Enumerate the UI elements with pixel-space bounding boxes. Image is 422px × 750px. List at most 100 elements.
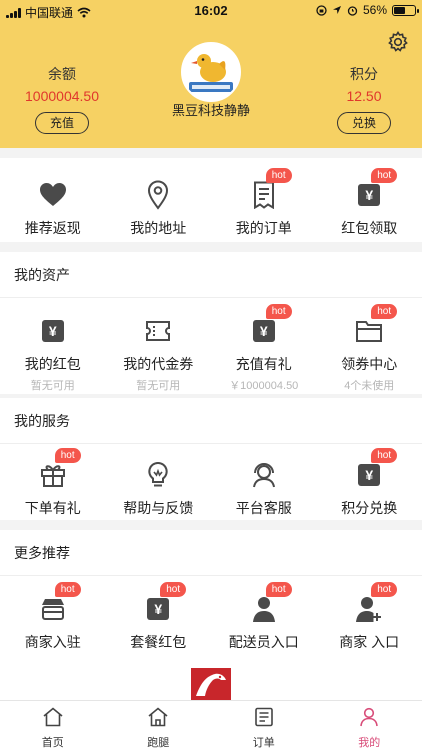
merchant-user-icon: hot <box>349 582 398 626</box>
brand-logo <box>191 668 231 700</box>
asset-item-redpacket[interactable]: ¥ 我的红包 暂无可用 <box>0 314 106 393</box>
quick-item-referral[interactable]: 推荐返现 <box>0 178 106 238</box>
quick-item-redpacket[interactable]: ¥ hot 红包领取 <box>317 168 422 238</box>
service-item-points-exchange[interactable]: ¥ hot 积分兑换 <box>317 448 422 518</box>
hot-badge: hot <box>265 304 292 319</box>
hot-badge: hot <box>265 168 292 183</box>
yen-icon: ¥ hot <box>349 448 398 492</box>
status-bar: 中国联通 16:02 56% <box>0 0 422 22</box>
quick-item-label: 我的订单 <box>235 220 292 236</box>
more-item-label: 配送员入口 <box>228 634 299 650</box>
more-item-package-redpacket[interactable]: ¥ hot 套餐红包 <box>106 582 212 652</box>
brand-logo-icon <box>191 668 231 700</box>
asset-item-label: 充值有礼 <box>235 356 292 372</box>
heart-icon <box>33 178 73 212</box>
service-item-help[interactable]: 帮助与反馈 <box>106 458 212 518</box>
asset-item-sub: 暂无可用 <box>30 380 75 392</box>
location-arrow-icon <box>332 6 341 14</box>
alarm-icon <box>347 5 358 16</box>
services-section: 我的服务 hot 下单有礼 帮助与反馈 平台客服 ¥ hot 积分兑换 <box>0 398 422 520</box>
more-item-merchant-entry[interactable]: hot 商家 入口 <box>317 582 422 652</box>
service-item-label: 下单有礼 <box>24 500 81 516</box>
tab-errand[interactable]: 跑腿 <box>106 701 212 750</box>
hot-badge: hot <box>160 582 187 597</box>
asset-item-label: 我的代金券 <box>123 356 194 372</box>
yen-icon: ¥ <box>33 314 73 348</box>
ticket-icon <box>138 314 178 348</box>
hot-badge: hot <box>371 168 398 183</box>
service-item-support[interactable]: 平台客服 <box>211 458 317 518</box>
order-icon <box>254 707 273 727</box>
tab-label: 订单 <box>252 737 275 749</box>
more-item-label: 商家入驻 <box>24 634 81 650</box>
tab-label: 跑腿 <box>147 737 170 749</box>
settings-gear-icon[interactable] <box>386 30 410 54</box>
service-item-label: 帮助与反馈 <box>123 500 194 516</box>
courier-icon: hot <box>244 582 292 626</box>
service-item-label: 积分兑换 <box>341 500 398 516</box>
tab-mine[interactable]: 我的 <box>317 701 422 750</box>
quick-actions: 推荐返现 我的地址 hot 我的订单 ¥ hot 红包领取 <box>0 158 422 242</box>
points-section: 积分 12.50 兑换 <box>314 64 414 134</box>
profile-header: 中国联通 16:02 56% 余额 1000004.50 充值 黑豆科技静静 积… <box>0 0 422 148</box>
asset-item-recharge[interactable]: ¥ hot 充值有礼 ￥1000004.50 <box>211 304 317 393</box>
quick-item-address[interactable]: 我的地址 <box>106 178 212 238</box>
headset-icon <box>244 458 284 492</box>
asset-item-label: 领券中心 <box>341 356 398 372</box>
balance-section: 余额 1000004.50 充值 <box>12 64 112 134</box>
avatar[interactable] <box>181 42 241 102</box>
balance-label: 余额 <box>48 66 76 82</box>
house-icon <box>148 707 168 727</box>
tab-home[interactable]: 首页 <box>0 701 106 750</box>
asset-item-sub: 4个未使用 <box>344 380 395 392</box>
redeem-button[interactable]: 兑换 <box>337 112 391 134</box>
asset-item-sub: 暂无可用 <box>136 380 181 392</box>
asset-item-label: 我的红包 <box>24 356 81 372</box>
hot-badge: hot <box>371 582 398 597</box>
hot-badge: hot <box>371 448 398 463</box>
hot-badge: hot <box>265 582 292 597</box>
rotation-lock-icon <box>316 4 327 16</box>
store-icon: hot <box>33 582 81 626</box>
quick-item-orders[interactable]: hot 我的订单 <box>211 168 317 238</box>
yen-icon: ¥ hot <box>138 582 187 626</box>
quick-item-label: 推荐返现 <box>24 220 81 236</box>
tab-orders[interactable]: 订单 <box>211 701 317 750</box>
more-item-label: 套餐红包 <box>130 634 187 650</box>
quick-item-label: 红包领取 <box>341 220 398 236</box>
more-item-courier-entry[interactable]: hot 配送员入口 <box>211 582 317 652</box>
points-value: 12.50 <box>346 88 382 104</box>
quick-item-label: 我的地址 <box>130 220 187 236</box>
more-item-label: 商家 入口 <box>339 634 400 650</box>
section-title: 我的资产 <box>0 252 422 298</box>
duck-logo-icon <box>183 44 239 100</box>
service-item-label: 平台客服 <box>235 500 292 516</box>
tab-label: 我的 <box>358 737 381 749</box>
section-title: 我的服务 <box>0 398 422 444</box>
folder-icon: hot <box>349 304 398 348</box>
yen-icon: ¥ hot <box>244 304 292 348</box>
yen-icon: ¥ hot <box>349 168 398 212</box>
gift-icon: hot <box>33 448 81 492</box>
section-title: 更多推荐 <box>0 530 422 576</box>
lightbulb-icon <box>138 458 178 492</box>
order-list-icon: hot <box>244 168 292 212</box>
hot-badge: hot <box>54 448 81 463</box>
asset-item-voucher[interactable]: 我的代金券 暂无可用 <box>106 314 212 393</box>
hot-badge: hot <box>371 304 398 319</box>
location-pin-icon <box>138 178 178 212</box>
person-icon <box>360 707 379 727</box>
home-icon <box>43 707 63 727</box>
battery-icon <box>392 4 419 16</box>
hot-badge: hot <box>54 582 81 597</box>
service-item-order-gift[interactable]: hot 下单有礼 <box>0 448 106 518</box>
more-item-merchant-join[interactable]: hot 商家入驻 <box>0 582 106 652</box>
asset-item-sub: ￥1000004.50 <box>229 380 299 392</box>
tab-label: 首页 <box>41 737 64 749</box>
bottom-tab-bar: 首页 跑腿 订单 我的 <box>0 700 422 750</box>
asset-item-coupon-center[interactable]: hot 领券中心 4个未使用 <box>317 304 422 393</box>
points-label: 积分 <box>350 66 378 82</box>
more-section: 更多推荐 hot 商家入驻 ¥ hot 套餐红包 hot 配送员入口 hot 商… <box>0 530 422 700</box>
assets-section: 我的资产 ¥ 我的红包 暂无可用 我的代金券 暂无可用 ¥ hot 充值有礼 ￥… <box>0 252 422 394</box>
battery-percent: 56% <box>362 3 387 17</box>
